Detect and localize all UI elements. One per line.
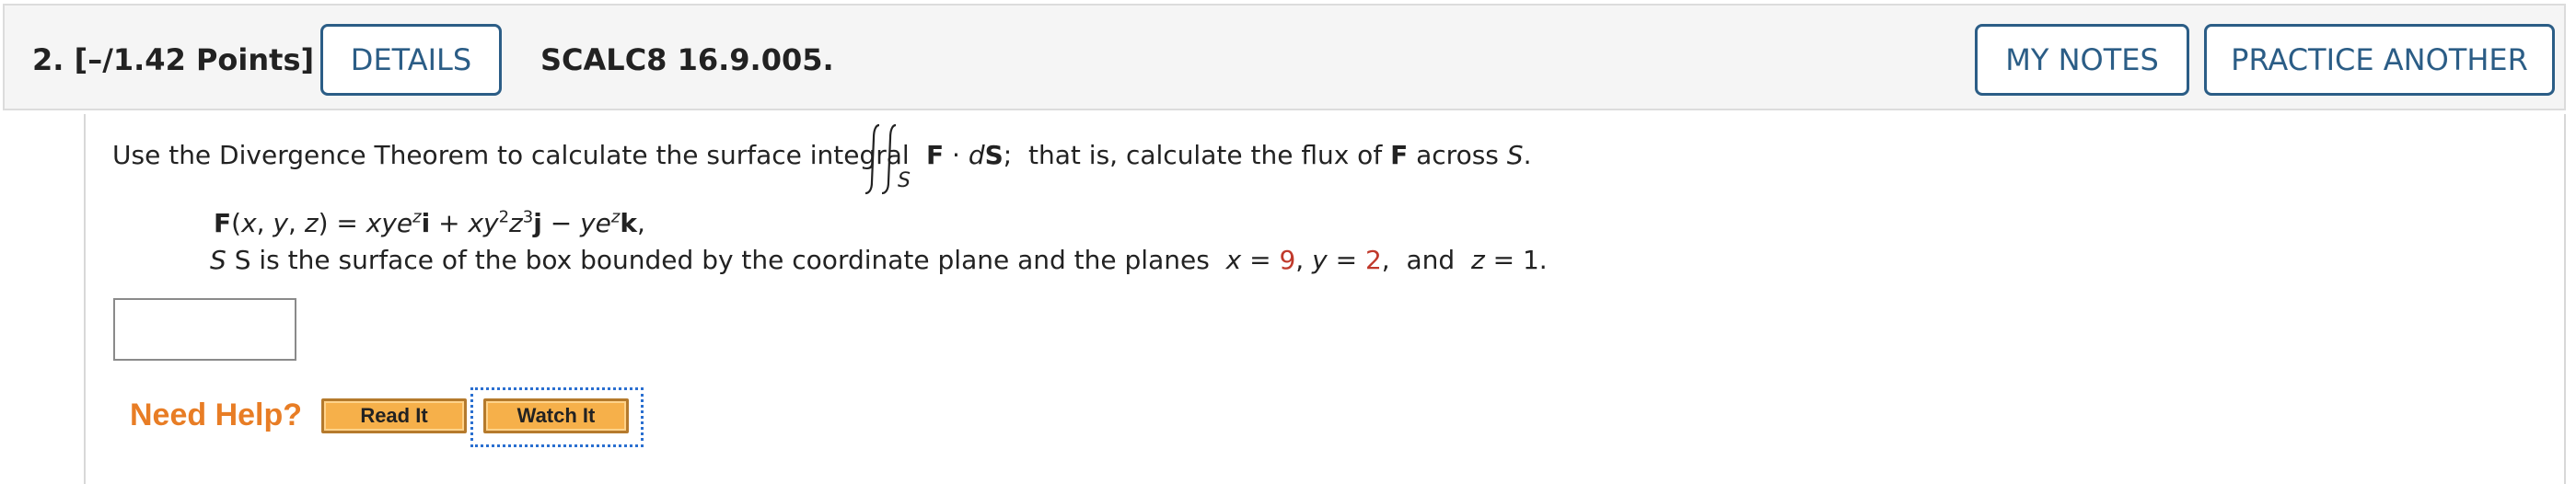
watch-it-button[interactable]: Watch It [483,398,629,433]
vector-field-equation: F(x, y, z) = xyezi + xy2z3j − yezk, [214,207,645,238]
problem-instruction: F · dS; that is, calculate the flux of F… [926,140,1532,170]
practice-another-button[interactable]: PRACTICE ANOTHER [2204,24,2555,96]
surface-description: S S is the surface of the box bounded by… [210,245,1548,275]
surface-text: S is the surface of the box bounded by t… [234,245,1210,275]
question-content: Use the Divergence Theorem to calculate … [84,114,2566,484]
question-header: 2. [–/1.42 Points] DETAILS SCALC8 16.9.0… [3,4,2566,110]
question-points: 2. [–/1.42 Points] [32,42,315,77]
integral-subscript: S [898,169,911,192]
y-value: 2 [1364,245,1382,275]
question-code: SCALC8 16.9.005. [540,42,834,77]
details-button[interactable]: DETAILS [320,24,502,96]
x-value: 9 [1279,245,1296,275]
read-it-button[interactable]: Read It [321,398,467,433]
need-help-label: Need Help? [130,398,303,432]
problem-intro: Use the Divergence Theorem to calculate … [112,140,910,170]
double-integral-symbol: S [863,118,927,201]
z-value: 1 [1522,245,1539,275]
answer-input[interactable] [113,298,296,361]
my-notes-button[interactable]: MY NOTES [1975,24,2189,96]
